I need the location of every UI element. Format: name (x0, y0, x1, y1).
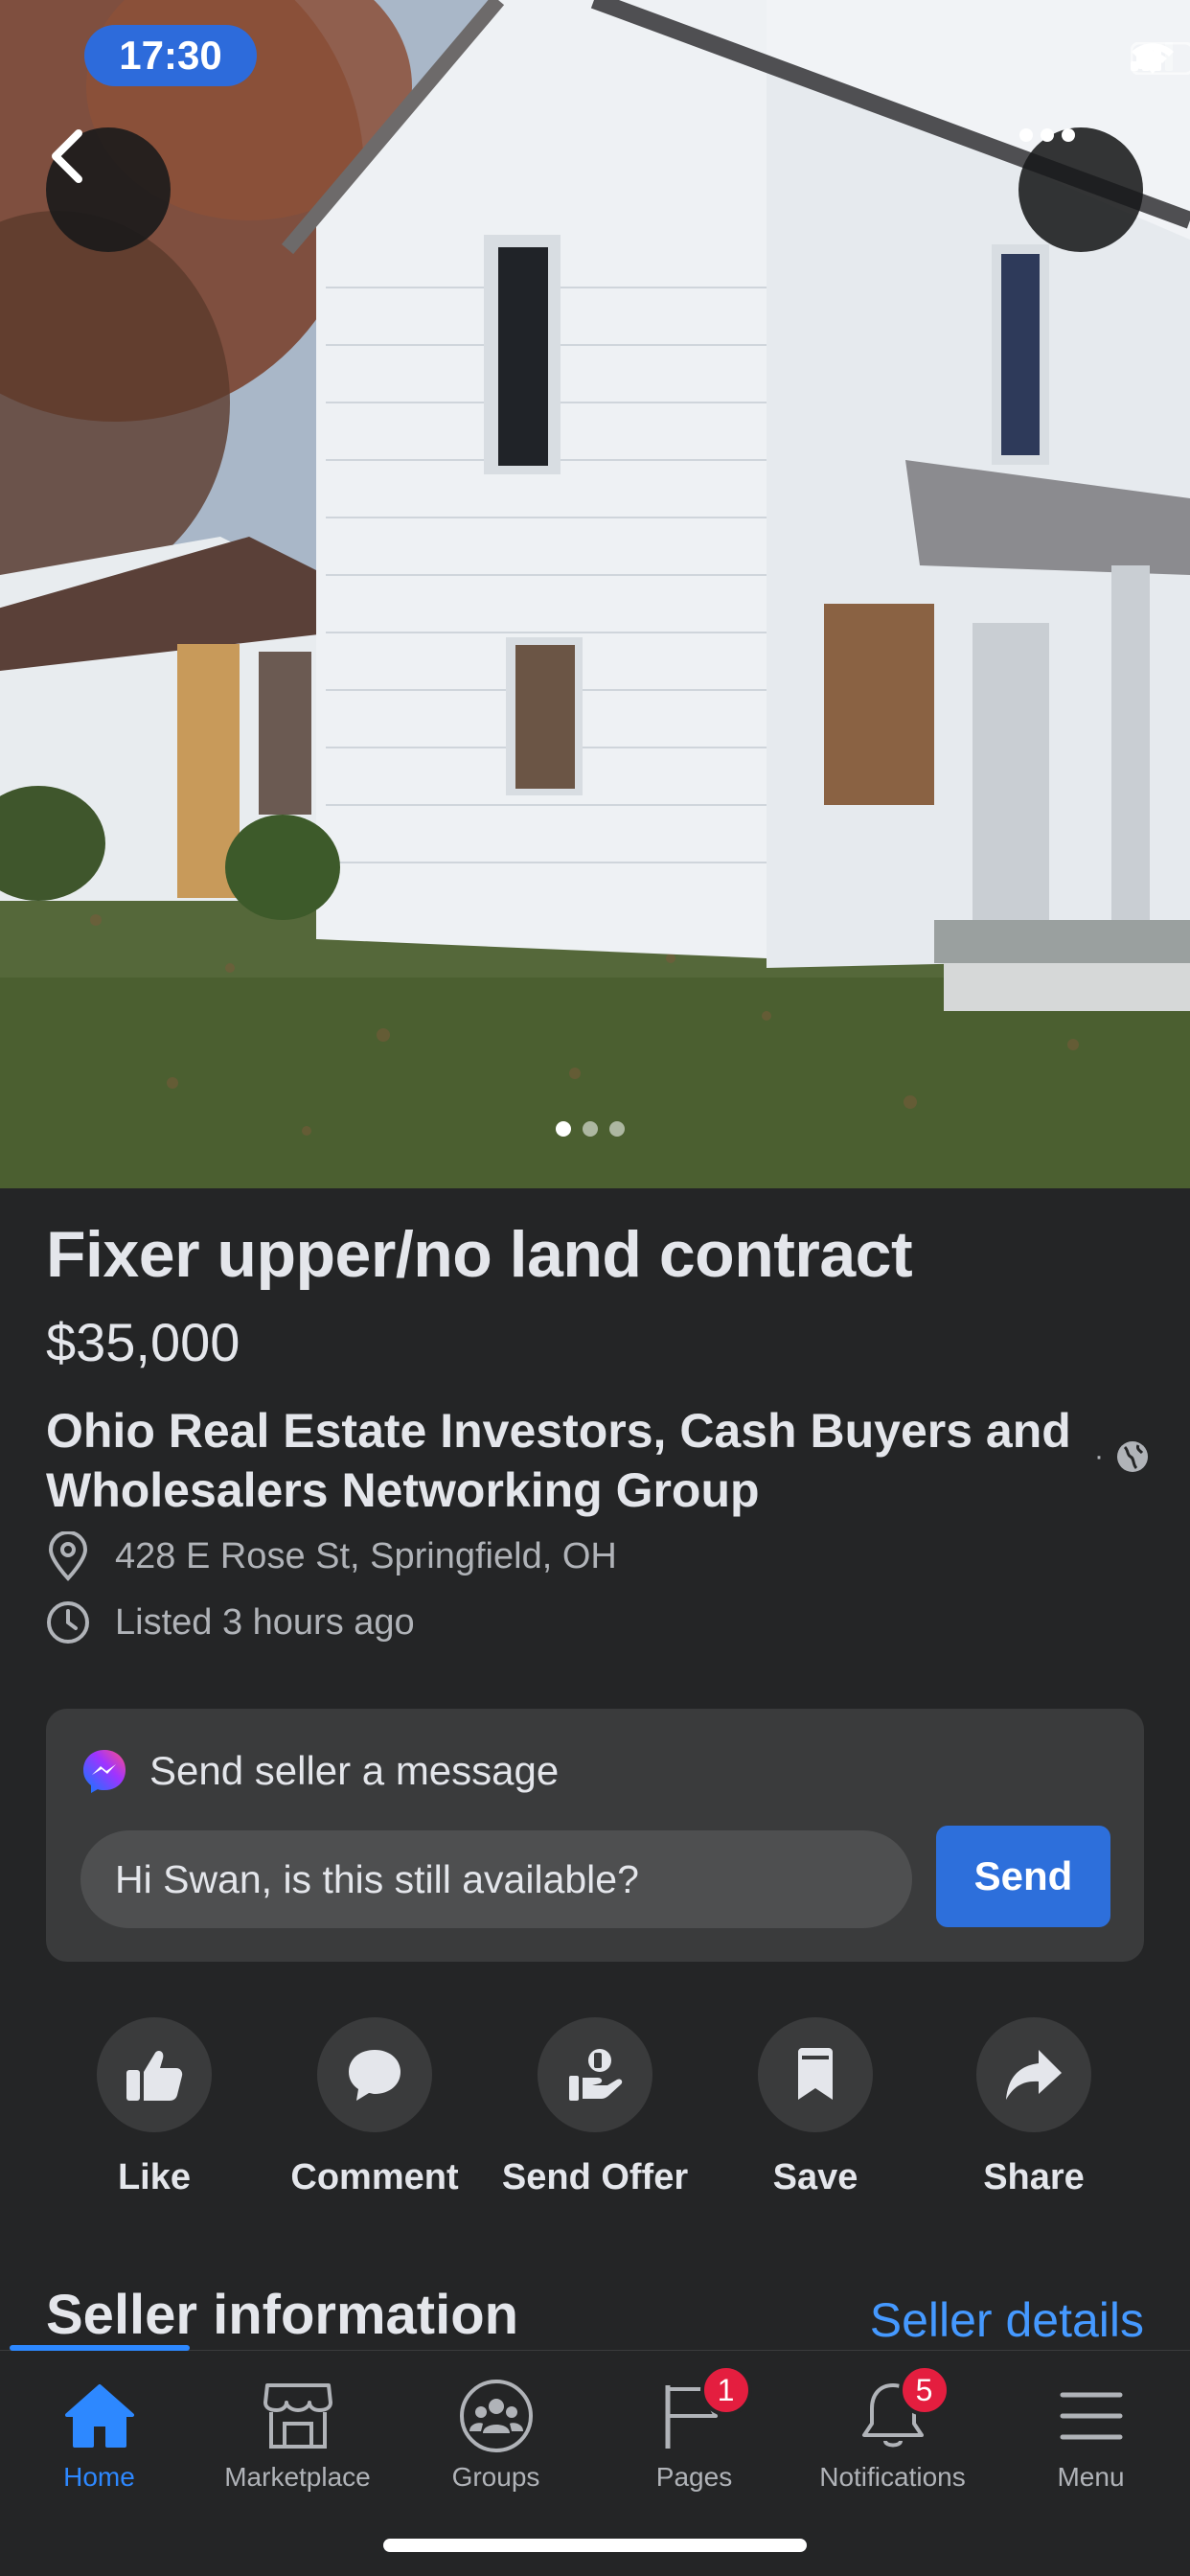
share-button[interactable]: Share (924, 2017, 1144, 2198)
tab-pages-label: Pages (655, 2462, 733, 2492)
photo-dot-1[interactable] (556, 1121, 571, 1137)
more-dots-icon (1019, 128, 1075, 142)
group-privacy: · (1094, 1439, 1150, 1474)
active-tab-indicator (10, 2345, 190, 2351)
back-button[interactable] (46, 127, 171, 252)
location-pin-icon (48, 1531, 88, 1581)
home-icon-wrap (61, 2378, 138, 2454)
notifications-badge: 5 (898, 2364, 950, 2416)
tab-menu-label: Menu (1057, 2462, 1125, 2492)
listing-photo[interactable]: 17:30 (0, 0, 1190, 1188)
home-icon (64, 2384, 134, 2448)
battery-icon (1131, 42, 1190, 75)
tab-home[interactable]: Home (0, 2378, 198, 2493)
location-text: 428 E Rose St, Springfield, OH (115, 1535, 617, 1576)
comment-button[interactable]: Comment (264, 2017, 485, 2198)
pages-badge: 1 (699, 2364, 752, 2416)
messenger-icon (83, 1750, 126, 1793)
comment-icon (349, 2050, 400, 2101)
groups-icon-wrap (458, 2378, 535, 2454)
tab-groups-label: Groups (451, 2462, 540, 2492)
separator-dot: · (1094, 1440, 1104, 1472)
message-header-text: Send seller a message (149, 1748, 560, 1793)
save-label: Save (772, 2157, 858, 2197)
tab-marketplace-label: Marketplace (224, 2462, 371, 2492)
tab-notifications[interactable]: 5 Notifications (793, 2364, 992, 2493)
tab-pages[interactable]: 1 Pages (595, 2364, 793, 2493)
share-label: Share (983, 2157, 1085, 2197)
thumbs-up-icon (126, 2051, 183, 2101)
like-icon-circle (97, 2017, 212, 2132)
message-header: Send seller a message (80, 1747, 559, 1795)
tab-home-label: Home (63, 2462, 135, 2492)
send-button[interactable]: Send (936, 1826, 1110, 1927)
marketplace-icon (263, 2383, 332, 2449)
like-button[interactable]: Like (44, 2017, 264, 2198)
tab-marketplace[interactable]: Marketplace (198, 2378, 397, 2493)
bookmark-icon (798, 2048, 833, 2100)
more-options-button[interactable] (1018, 127, 1143, 252)
pages-icon-wrap: 1 (656, 2364, 752, 2454)
photo-dot-2[interactable] (583, 1121, 598, 1137)
save-icon-circle (758, 2017, 873, 2132)
chevron-left-icon (52, 129, 82, 183)
groups-icon (459, 2380, 533, 2452)
save-button[interactable]: Save (705, 2017, 926, 2198)
location-row: 428 E Rose St, Springfield, OH (46, 1531, 617, 1581)
group-name-link[interactable]: Ohio Real Estate Investors, Cash Buyers … (46, 1401, 1081, 1520)
marketplace-icon-wrap (260, 2378, 336, 2454)
seller-details-link[interactable]: Seller details (870, 2292, 1144, 2348)
share-icon-circle (976, 2017, 1091, 2132)
tab-groups[interactable]: Groups (397, 2378, 595, 2493)
notifications-icon-wrap: 5 (855, 2364, 950, 2454)
listing-title: Fixer upper/no land contract (46, 1218, 913, 1291)
status-time: 17:30 (84, 25, 257, 86)
comment-label: Comment (290, 2157, 459, 2197)
photo-pagination-dots[interactable] (556, 1121, 625, 1137)
seller-information-heading: Seller information (46, 2284, 519, 2346)
send-offer-button[interactable]: Send Offer (485, 2017, 705, 2198)
message-input[interactable]: Hi Swan, is this still available? (80, 1830, 912, 1928)
clock-icon (47, 1601, 89, 1644)
globe-icon (1117, 1441, 1148, 1472)
photo-dot-3[interactable] (609, 1121, 625, 1137)
menu-icon-wrap (1053, 2378, 1130, 2454)
send-offer-icon (569, 2049, 623, 2101)
like-label: Like (117, 2157, 192, 2197)
listed-time-text: Listed 3 hours ago (115, 1601, 415, 1643)
house-photo-illustration (0, 0, 1190, 1188)
listed-time-row: Listed 3 hours ago (46, 1600, 415, 1644)
share-icon (1006, 2050, 1062, 2100)
tab-notifications-label: Notifications (819, 2462, 966, 2492)
menu-icon (1060, 2392, 1122, 2440)
action-buttons-row: Like Comment Send Offer Save Share (0, 2017, 1190, 2209)
send-offer-label: Send Offer (501, 2157, 689, 2197)
listing-price: $35,000 (46, 1312, 240, 1372)
tab-menu[interactable]: Menu (992, 2378, 1190, 2493)
send-message-card: Send seller a message Hi Swan, is this s… (46, 1709, 1144, 1962)
comment-icon-circle (317, 2017, 432, 2132)
send-offer-icon-circle (538, 2017, 652, 2132)
home-indicator[interactable] (383, 2539, 807, 2552)
